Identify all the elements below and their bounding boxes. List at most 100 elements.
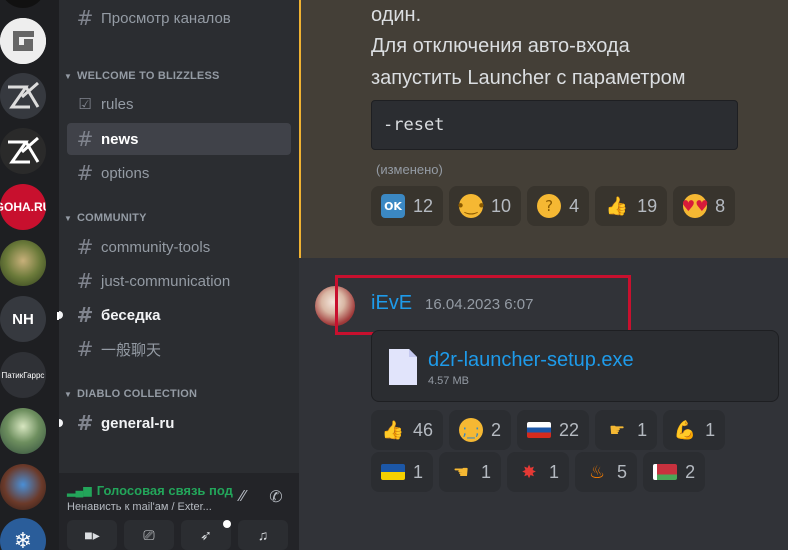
voice-status[interactable]: ▂▄▆ Голосовая связь под xyxy=(67,483,233,498)
chevron-down-icon: ▼ xyxy=(63,71,73,81)
reactions: 👍 46 ;_; 2 22 ☛ 1 💪 1 xyxy=(371,410,726,450)
mention-highlight-bar xyxy=(299,0,301,258)
reaction-thinking[interactable]: ? 4 xyxy=(527,186,590,226)
camera-button[interactable]: ■▸ xyxy=(67,520,117,550)
signal-icon: ▂▄▆ xyxy=(67,485,92,497)
channel-besedka[interactable]: # беседка xyxy=(59,299,291,331)
server-rail: GOHA.RU NH ПатикГаррс ❄ xyxy=(0,0,62,550)
channel-label: Просмотр каналов xyxy=(101,9,231,27)
server-icon-image-3[interactable] xyxy=(0,464,46,510)
message-text: Для отключения авто-входа xyxy=(371,35,630,57)
channel-label: rules xyxy=(101,95,134,113)
channel-label: just-communication xyxy=(101,272,231,290)
channel-news[interactable]: # news xyxy=(67,123,291,155)
voice-panel: ▂▄▆ Голосовая связь под Ненависть к mail… xyxy=(59,473,299,550)
point-right-emoji-icon: ☛ xyxy=(609,419,626,441)
channel-general-ru[interactable]: # general-ru xyxy=(59,407,291,439)
fire-emoji-icon: ♨ xyxy=(588,461,606,483)
file-attachment: d2r-launcher-setup.exe 4.57 MB xyxy=(371,330,779,402)
message-text: один. xyxy=(371,4,422,26)
reactions: 1 ☚ 1 ✸ 1 ♨ 5 2 xyxy=(371,452,706,492)
server-icon-zt-1[interactable] xyxy=(0,73,46,119)
channel-community-tools[interactable]: # community-tools xyxy=(67,231,291,263)
voice-channel-name[interactable]: Ненависть к mail'ам / Exter... xyxy=(67,501,217,513)
server-icon-goha[interactable]: GOHA.RU xyxy=(0,184,46,230)
flag-russia-icon xyxy=(527,422,552,438)
server-icon-patik[interactable]: ПатикГаррс xyxy=(0,352,46,398)
reaction-flexed-biceps[interactable]: 💪 1 xyxy=(663,410,726,450)
activity-dot xyxy=(223,520,231,528)
reaction-flag-russia[interactable]: 22 xyxy=(517,410,590,450)
salute-emoji-icon: •‿• xyxy=(456,194,486,218)
message-text: запустить Launcher с параметром xyxy=(371,67,686,89)
channel-label: options xyxy=(101,164,150,182)
chat-area: один. Для отключения авто-входа запустит… xyxy=(299,0,788,550)
chevron-down-icon: ▼ xyxy=(63,213,73,223)
flexed-biceps-emoji-icon: 💪 xyxy=(673,419,697,441)
channel-rules[interactable]: ☑ rules xyxy=(67,88,291,120)
file-download-link[interactable]: d2r-launcher-setup.exe xyxy=(428,349,634,372)
server-icon-image-1[interactable] xyxy=(0,240,46,286)
channel-label: community-tools xyxy=(101,238,211,256)
hash-thread-icon: # xyxy=(76,235,94,259)
reaction-flag-belarus[interactable]: 2 xyxy=(643,452,706,492)
heart-eyes-emoji-icon: ♥♥ xyxy=(682,194,709,218)
reaction-collision[interactable]: ✸ 1 xyxy=(507,452,570,492)
reaction-thumbs-up[interactable]: 👍 19 xyxy=(595,186,668,226)
channel-options[interactable]: # options xyxy=(67,157,291,189)
reaction-point-right[interactable]: ☛ 1 xyxy=(595,410,658,450)
category-community[interactable]: ▼ COMMUNITY xyxy=(63,212,147,224)
reaction-crying[interactable]: ;_; 2 xyxy=(449,410,512,450)
highlighted-message: один. Для отключения авто-входа запустит… xyxy=(299,0,788,258)
server-icon-top[interactable] xyxy=(0,0,46,8)
camera-icon: ■▸ xyxy=(84,526,100,543)
hash-thread-icon: # xyxy=(76,337,94,361)
noise-suppression-icon[interactable]: ⁄⁄ xyxy=(231,485,255,509)
rocket-icon: ➶ xyxy=(200,526,212,543)
server-icon-image-2[interactable] xyxy=(0,408,46,454)
ok-emoji-icon: OK xyxy=(381,194,405,218)
channel-browse[interactable]: # Просмотр каналов xyxy=(67,2,291,34)
unread-dot xyxy=(59,419,63,427)
hash-icon: # xyxy=(76,127,94,151)
highlight-annotation-box xyxy=(335,275,631,335)
server-icon-g[interactable] xyxy=(0,18,46,64)
server-icon-snow[interactable]: ❄ xyxy=(0,518,46,550)
reaction-heart-eyes[interactable]: ♥♥ 8 xyxy=(673,186,736,226)
server-icon-nh[interactable]: NH xyxy=(0,296,46,342)
channel-label: беседка xyxy=(101,306,161,324)
hash-thread-icon: # xyxy=(76,269,94,293)
category-diablo[interactable]: ▼ DIABLO COLLECTION xyxy=(63,388,197,400)
reaction-point-left[interactable]: ☚ 1 xyxy=(439,452,502,492)
channel-label: 一般聊天 xyxy=(101,341,162,359)
channel-sidebar: # Просмотр каналов ▼ WELCOME TO BLIZZLES… xyxy=(59,0,299,550)
unread-dot xyxy=(59,311,63,319)
channel-just-communication[interactable]: # just-communication xyxy=(67,265,291,297)
reaction-ok[interactable]: OK 12 xyxy=(371,186,444,226)
reactions: OK 12 •‿• 10 ? 4 👍 19 ♥♥ 8 xyxy=(371,186,736,226)
rules-checkbox-icon: ☑ xyxy=(78,95,92,113)
channel-label: general-ru xyxy=(101,414,175,432)
thumbs-up-emoji-icon: 👍 xyxy=(605,195,629,217)
reaction-thumbs-up[interactable]: 👍 46 xyxy=(371,410,444,450)
code-block: -reset xyxy=(371,100,738,150)
point-left-emoji-icon: ☚ xyxy=(452,461,470,483)
screen-share-button[interactable]: ⎚ xyxy=(124,520,174,550)
soundboard-icon: ♫ xyxy=(257,527,269,543)
server-icon-zt-2[interactable] xyxy=(0,128,46,174)
channel-chinese[interactable]: # 一般聊天 xyxy=(67,333,291,365)
hash-thread-icon: # xyxy=(76,303,94,327)
flag-ukraine-icon xyxy=(381,464,405,480)
collision-emoji-icon: ✸ xyxy=(521,461,537,483)
hash-thread-icon: # xyxy=(76,411,94,435)
category-welcome[interactable]: ▼ WELCOME TO BLIZZLESS xyxy=(63,70,220,82)
thumbs-up-emoji-icon: 👍 xyxy=(381,419,405,441)
soundboard-button[interactable]: ♫ xyxy=(238,520,288,550)
reaction-salute[interactable]: •‿• 10 xyxy=(449,186,522,226)
hash-icon: # xyxy=(76,161,94,185)
disconnect-call-icon[interactable]: ✆ xyxy=(264,485,288,509)
file-icon xyxy=(389,349,417,385)
reaction-flag-ukraine[interactable]: 1 xyxy=(371,452,434,492)
reaction-fire[interactable]: ♨ 5 xyxy=(575,452,638,492)
edited-label: (изменено) xyxy=(376,162,443,177)
